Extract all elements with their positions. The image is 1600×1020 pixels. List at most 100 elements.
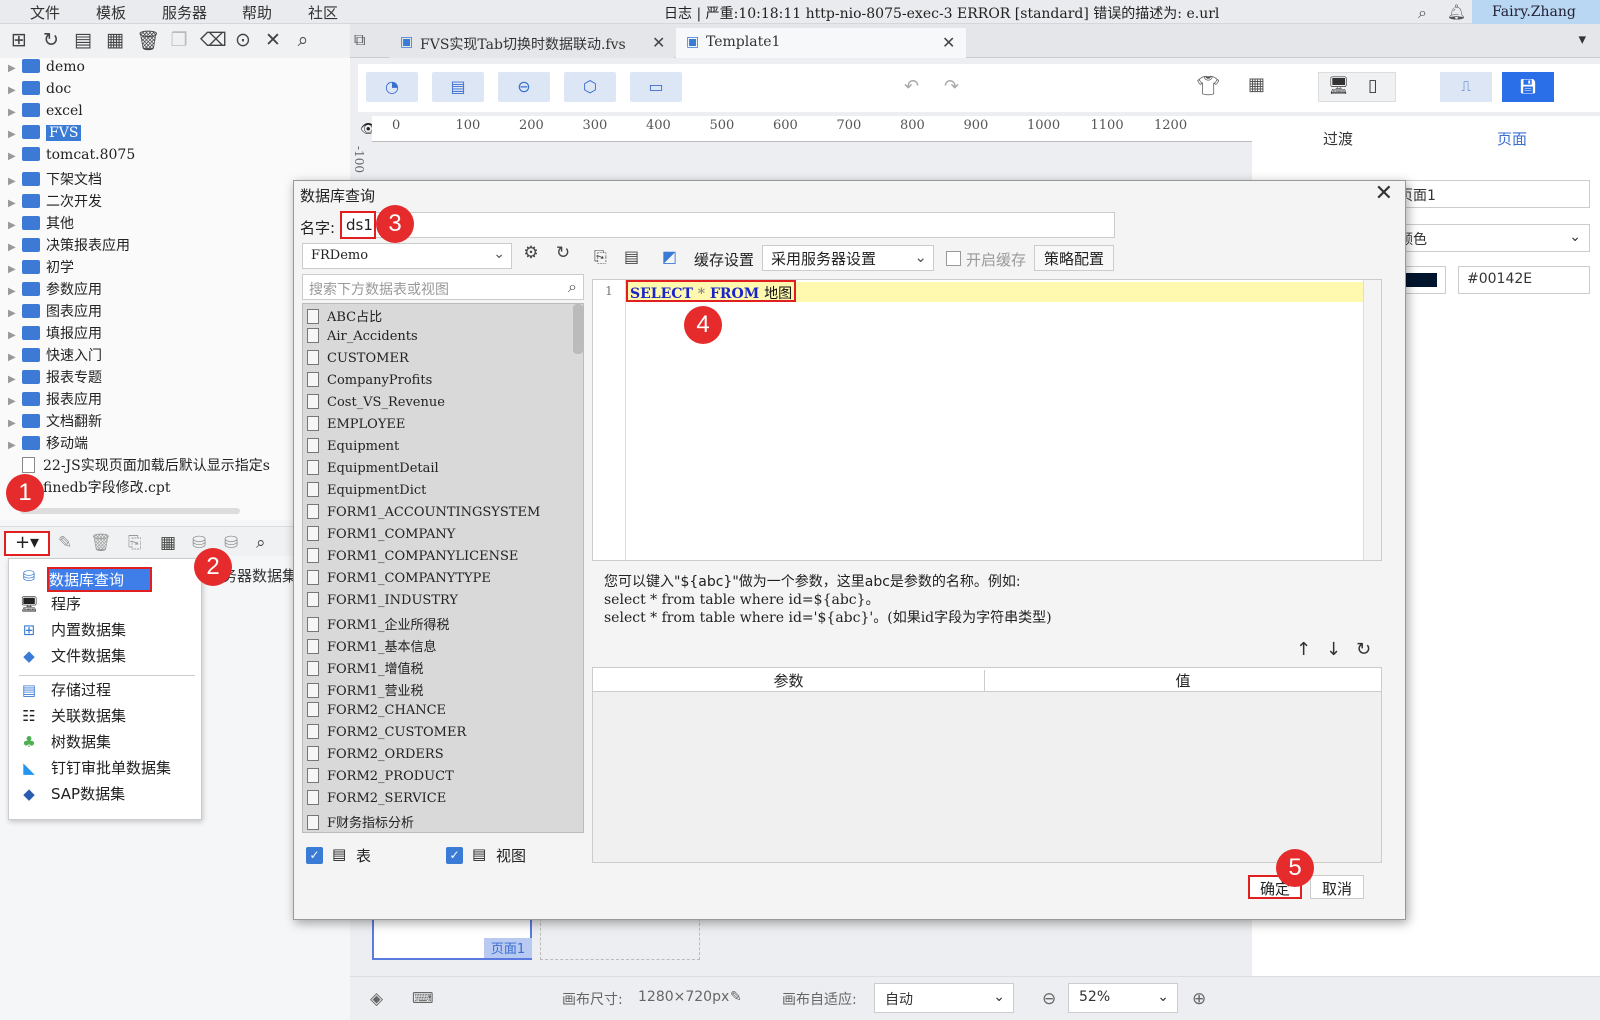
database-select[interactable]: FRDemo ⌄ [302, 243, 512, 269]
menu-item-relation[interactable]: ☷ 关联数据集 [19, 705, 126, 726]
table-list-item[interactable]: EquipmentDetail [307, 460, 439, 482]
menu-item-dingtalk[interactable]: ◣ 钉钉审批单数据集 [19, 757, 171, 778]
table-list-item[interactable]: EMPLOYEE [307, 416, 405, 438]
tab-overflow-icon[interactable]: ▾ [1578, 30, 1586, 48]
db-refresh-icon[interactable]: ↻ [550, 243, 576, 269]
expand-arrow-icon[interactable]: ▶ [8, 308, 22, 319]
edit-size-icon[interactable]: ✎ [730, 989, 742, 1005]
policy-config-button[interactable]: 策略配置 [1034, 245, 1114, 271]
trash-icon[interactable]: ⌫ [200, 29, 227, 51]
cancel-button[interactable]: 取消 [1310, 875, 1364, 899]
name-input[interactable] [340, 212, 1115, 238]
zoom-in-icon[interactable]: ⊕ [1192, 989, 1206, 1009]
table-icon[interactable]: ▦ [160, 533, 176, 553]
zoom-select[interactable]: 52% ⌄ [1068, 983, 1178, 1013]
table-list-item[interactable]: FORM2_CHANCE [307, 702, 446, 724]
tree-item[interactable]: ▶ 移动端 [8, 433, 88, 453]
user-name[interactable]: Fairy.Zhang [1472, 0, 1600, 24]
delete-icon[interactable]: 🗑︎ [136, 29, 160, 52]
collapse-icon[interactable]: ✕ [262, 29, 284, 51]
tab-page[interactable]: 页面 [1424, 128, 1600, 149]
table-list-item[interactable]: FORM2_PRODUCT [307, 768, 454, 790]
undo-icon[interactable]: ↶ [904, 76, 919, 97]
expand-arrow-icon[interactable]: ▶ [8, 264, 22, 275]
tree-scrollbar[interactable] [20, 508, 240, 514]
tree-item[interactable]: ▶ 决策报表应用 [8, 235, 130, 255]
expand-arrow-icon[interactable]: ▶ [8, 330, 22, 341]
expand-arrow-icon[interactable]: ▶ [8, 352, 22, 363]
table-list-item[interactable]: FORM1_COMPANYTYPE [307, 570, 491, 592]
new-folder-icon[interactable]: ⊞ [8, 29, 30, 51]
tree-item[interactable]: ▶ 二次开发 [8, 191, 102, 211]
widget-icon[interactable]: ⊖ [498, 72, 550, 102]
close-tab-icon[interactable]: ✕ [652, 33, 665, 52]
menu-item-db-query-label[interactable]: 数据库查询 [47, 567, 153, 592]
tree-item[interactable]: ▶ demo [8, 59, 85, 79]
keyboard-icon[interactable]: ⌨ [412, 989, 434, 1007]
menu-item-tree[interactable]: ♣ 树数据集 [19, 731, 111, 752]
view-checkbox[interactable]: ✓ [446, 847, 463, 864]
tree-item[interactable]: ▶ 下架文档 [8, 169, 102, 189]
editor-scrollbar[interactable] [1363, 280, 1381, 560]
tab-fvs[interactable]: ▣ FVS实现Tab切换时数据联动.fvs ✕ [390, 28, 674, 58]
expand-arrow-icon[interactable]: ▶ [8, 220, 22, 231]
delete-dataset-icon[interactable]: 🗑︎ [90, 533, 112, 553]
refresh-icon[interactable]: ↻ [40, 29, 62, 51]
expand-arrow-icon[interactable]: ▶ [8, 85, 22, 96]
table-list-item[interactable]: FORM1_增值税 [307, 658, 424, 680]
log-message[interactable]: 日志 | 严重:10:18:11 http-nio-8075-exec-3 ER… [664, 3, 1219, 23]
tree-item[interactable]: ▶ tomcat.8075 [8, 147, 135, 167]
preview-chart-icon[interactable]: ⎍ [1440, 72, 1492, 102]
page-name-field[interactable]: 页面1 [1390, 180, 1590, 208]
close-icon[interactable]: ✕ [1375, 181, 1393, 206]
desktop-icon[interactable]: 🖥︎ [1328, 76, 1350, 96]
table-list-item[interactable]: Cost_VS_Revenue [307, 394, 445, 416]
locate-icon[interactable]: ⊙ [232, 29, 254, 51]
menu-item-sap[interactable]: ◆ SAP数据集 [19, 783, 125, 804]
tree-item[interactable]: ▶ 其他 [8, 213, 74, 233]
refresh-params-icon[interactable]: ↻ [1356, 639, 1371, 660]
tab-transition[interactable]: 过渡 [1252, 128, 1424, 149]
expand-arrow-icon[interactable]: ▶ [8, 198, 22, 209]
tree-item[interactable]: ▶ 填报应用 [8, 323, 102, 343]
expand-arrow-icon[interactable]: ▶ [8, 63, 22, 74]
expand-arrow-icon[interactable]: ▶ [8, 176, 22, 187]
tree-item[interactable]: ▶ FVS [8, 125, 82, 145]
list-scrollbar[interactable] [573, 304, 583, 354]
tab-menu-icon[interactable]: ⧉ [354, 30, 365, 50]
menu-template[interactable]: 模板 [96, 2, 126, 23]
table-list-item[interactable]: FORM1_COMPANY [307, 526, 455, 548]
table-list-item[interactable]: Equipment [307, 438, 399, 460]
mobile-icon[interactable]: ▯ [1368, 76, 1377, 96]
expand-arrow-icon[interactable]: ▶ [8, 129, 22, 140]
expand-arrow-icon[interactable]: ▶ [8, 374, 22, 385]
preview-icon[interactable]: ⎘ [128, 533, 142, 553]
menu-community[interactable]: 社区 [308, 2, 338, 23]
table-list-item[interactable]: FORM2_CUSTOMER [307, 724, 466, 746]
table-list-item[interactable]: Air_Accidents [307, 328, 418, 350]
zoom-out-icon[interactable]: ⊖ [1042, 989, 1056, 1009]
menu-item-procedure[interactable]: ▤ 存储过程 [19, 679, 111, 700]
table-list-item[interactable]: FORM2_SERVICE [307, 790, 446, 812]
expand-arrow-icon[interactable]: ▶ [8, 242, 22, 253]
component-icon[interactable]: ⬡ [564, 72, 616, 102]
tree-item[interactable]: ▶ 初学 [8, 257, 74, 277]
theme-icon[interactable]: 👕︎ [1196, 74, 1220, 97]
expand-arrow-icon[interactable]: ▶ [8, 418, 22, 429]
menu-help[interactable]: 帮助 [242, 2, 272, 23]
expand-arrow-icon[interactable]: ▶ [8, 286, 22, 297]
menu-server[interactable]: 服务器 [162, 2, 207, 23]
tree-item[interactable]: ▶ 参数应用 [8, 279, 102, 299]
save-icon[interactable]: 💾︎ [1502, 72, 1554, 102]
close-tab-icon[interactable]: ✕ [942, 33, 955, 52]
table-widget-icon[interactable]: ▤ [432, 72, 484, 102]
tree-item[interactable]: ▶ 图表应用 [8, 301, 102, 321]
menu-item-program[interactable]: 🖥︎ 程序 [19, 593, 81, 614]
expand-arrow-icon[interactable]: ▶ [8, 151, 22, 162]
tree-item[interactable]: 22-JS实现页面加载后默认显示指定s [8, 455, 270, 475]
tree-item[interactable]: ▶ 快速入门 [8, 345, 102, 365]
table-list-item[interactable]: FORM1_ACCOUNTINGSYSTEM [307, 504, 540, 526]
tree-item[interactable]: ▶ doc [8, 81, 71, 101]
menu-item-builtin[interactable]: ⊞ 内置数据集 [19, 619, 126, 640]
table-search-input[interactable]: 搜索下方数据表或视图 ⌕ [302, 274, 584, 300]
